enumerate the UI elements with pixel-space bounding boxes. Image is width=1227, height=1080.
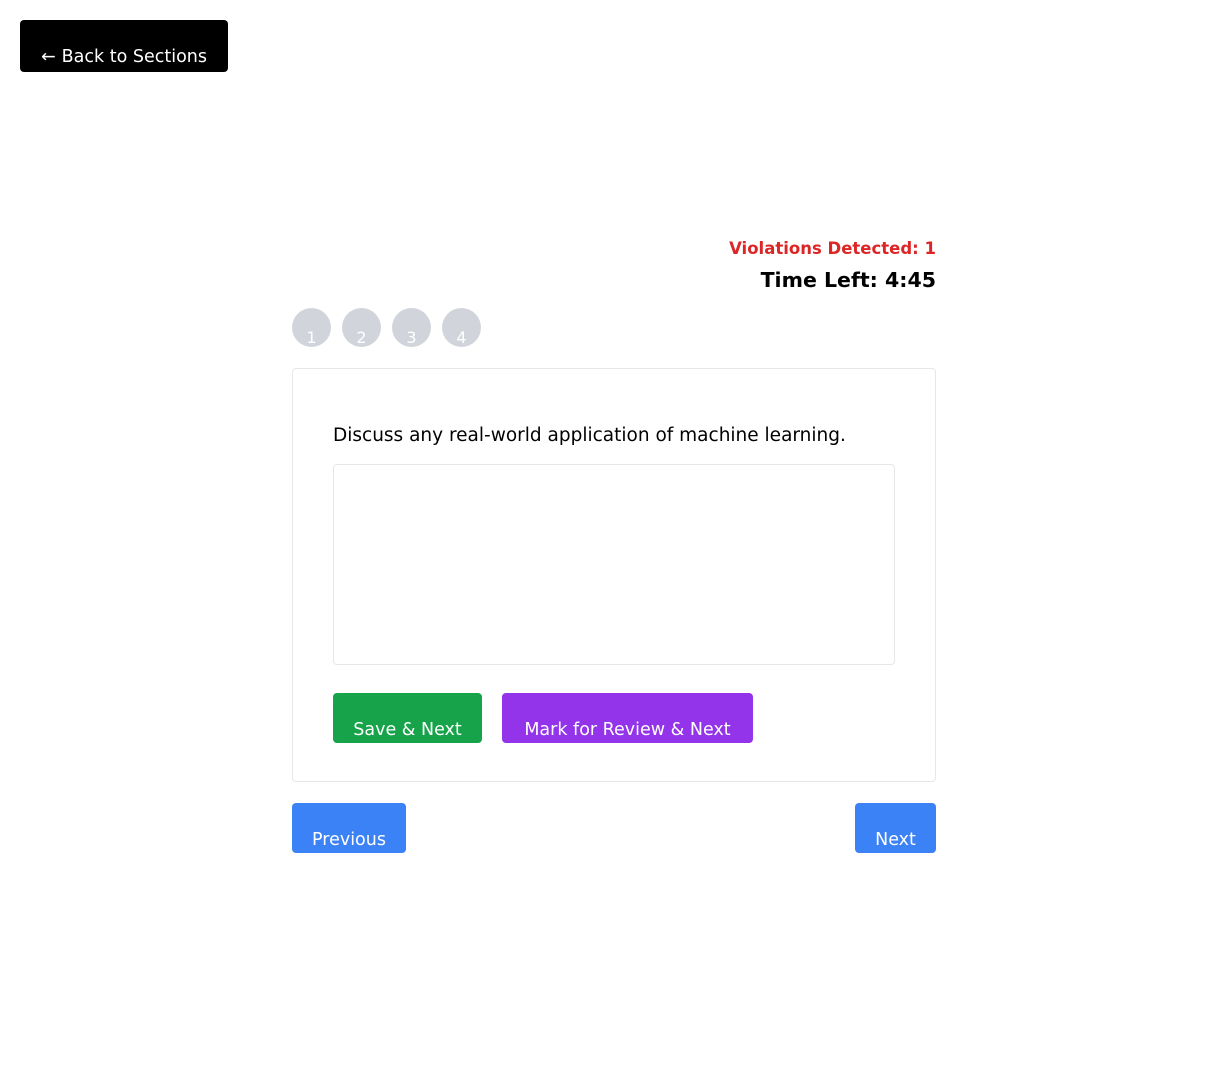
question-nav-button-4[interactable]: 4 (442, 308, 481, 347)
question-nav-button-3[interactable]: 3 (392, 308, 431, 347)
mark-for-review-and-next-button[interactable]: Mark for Review & Next (502, 693, 753, 743)
back-to-sections-button[interactable]: ← Back to Sections (20, 20, 228, 72)
question-navigator: 1 2 3 4 (292, 308, 481, 347)
question-nav-button-1[interactable]: 1 (292, 308, 331, 347)
save-and-next-button[interactable]: Save & Next (333, 693, 482, 743)
violations-counter: Violations Detected: 1 (729, 239, 936, 258)
arrow-left-icon: ← (41, 47, 56, 67)
answer-input[interactable] (333, 464, 895, 665)
question-card: Discuss any real-world application of ma… (292, 368, 936, 782)
question-text: Discuss any real-world application of ma… (333, 425, 846, 446)
previous-button[interactable]: Previous (292, 803, 406, 853)
timer: Time Left: 4:45 (760, 268, 936, 292)
back-to-sections-label: Back to Sections (61, 47, 207, 67)
next-button[interactable]: Next (855, 803, 936, 853)
question-nav-button-2[interactable]: 2 (342, 308, 381, 347)
exam-status: Violations Detected: 1 Time Left: 4:45 (292, 236, 936, 298)
